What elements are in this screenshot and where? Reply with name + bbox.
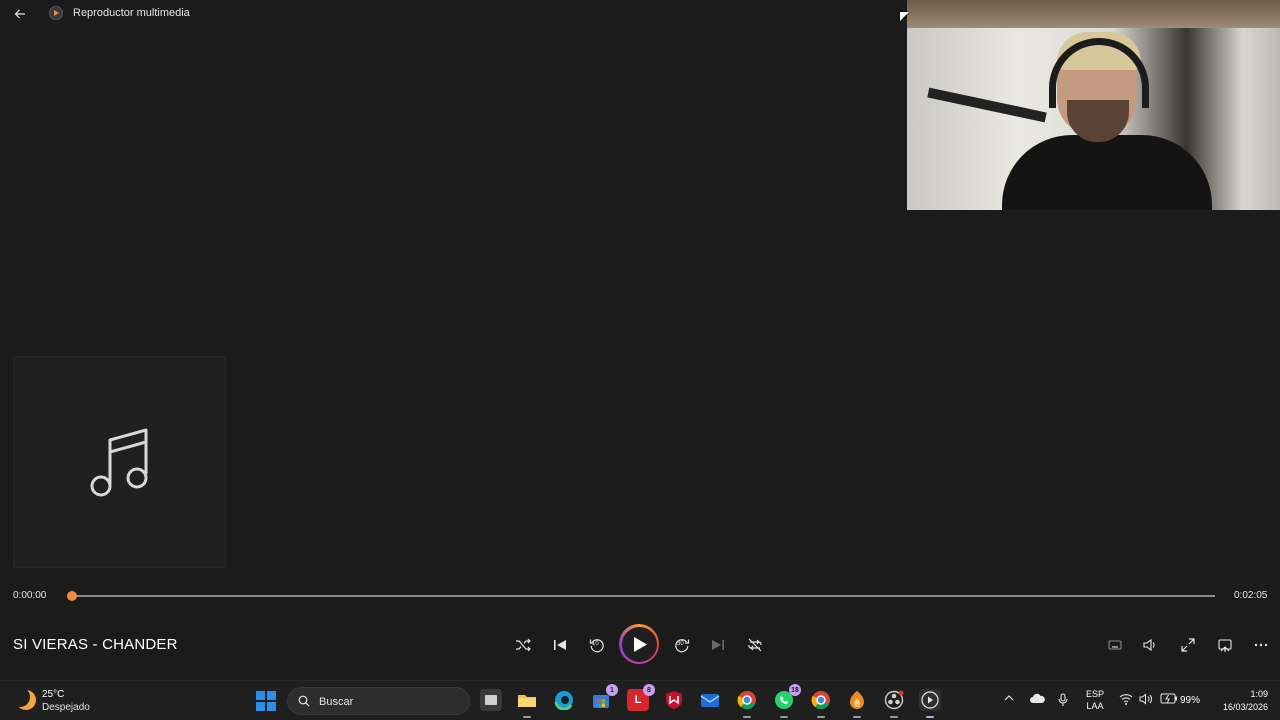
weather-temperature[interactable]: 25°C — [42, 689, 64, 700]
chevron-up-icon — [1004, 695, 1014, 701]
album-art — [13, 356, 226, 568]
repeat-off-icon — [748, 638, 762, 652]
windows-start-icon[interactable] — [256, 691, 276, 711]
shuffle-button[interactable] — [512, 634, 534, 656]
taskbar-search[interactable] — [287, 687, 470, 715]
whatsapp-badge: 18 — [789, 684, 801, 696]
cast-icon — [1218, 639, 1232, 652]
obs-studio-icon[interactable] — [883, 689, 905, 711]
show-hidden-icons-button[interactable] — [1003, 693, 1015, 706]
cast-button[interactable] — [1214, 634, 1236, 656]
next-button[interactable] — [707, 634, 729, 656]
edge-browser-icon[interactable] — [553, 689, 575, 711]
miniplayer-icon — [1108, 640, 1122, 650]
volume-button[interactable] — [1139, 634, 1161, 656]
moon-icon[interactable] — [16, 690, 36, 710]
microphone-icon[interactable] — [1058, 693, 1068, 710]
search-input[interactable] — [317, 693, 461, 711]
mouse-cursor-icon — [900, 12, 909, 21]
weather-description[interactable]: Despejado — [42, 702, 90, 713]
next-icon — [712, 640, 724, 650]
current-time: 0:00:00 — [13, 590, 47, 601]
wifi-icon[interactable] — [1119, 693, 1133, 708]
language-indicator[interactable]: ESP LAA — [1086, 688, 1104, 712]
battery-icon[interactable] — [1160, 693, 1178, 707]
previous-button[interactable] — [549, 634, 571, 656]
task-view-icon[interactable] — [480, 689, 502, 711]
mail-app-icon[interactable] — [699, 689, 721, 711]
chrome-profile-icon[interactable] — [810, 689, 832, 711]
previous-icon — [554, 640, 566, 650]
track-title: SI VIERAS - CHANDER — [13, 636, 178, 653]
lenovo-app-icon[interactable]: L 8 — [627, 684, 655, 711]
whatsapp-icon[interactable]: 18 — [773, 684, 801, 711]
system-clock[interactable]: 1:09 16/03/2026 — [1212, 688, 1268, 714]
microsoft-store-icon[interactable]: 1 — [590, 684, 618, 711]
skip-back-seconds: 10 — [592, 641, 599, 647]
mcafee-icon[interactable] — [663, 689, 685, 711]
speaker-icon — [1143, 638, 1155, 652]
arrow-left-icon — [14, 9, 25, 19]
search-icon — [298, 695, 310, 707]
play-button[interactable] — [619, 624, 659, 664]
shuffle-icon — [516, 638, 531, 652]
clock-date: 16/03/2026 — [1222, 702, 1268, 712]
skip-forward-button[interactable]: 30 — [671, 634, 693, 656]
skip-forward-seconds: 30 — [677, 641, 684, 647]
media-player-app-icon — [49, 6, 63, 20]
skip-back-button[interactable]: 10 — [586, 634, 608, 656]
store-badge: 1 — [606, 684, 618, 696]
fl-studio-icon[interactable] — [846, 689, 868, 711]
repeat-button[interactable] — [744, 634, 766, 656]
taskbar: 25°C Despejado 1 L 8 18 — [0, 680, 1280, 720]
lenovo-badge: 8 — [643, 684, 655, 696]
webcam-overlay — [907, 0, 1280, 210]
volume-tray-icon[interactable] — [1139, 693, 1153, 708]
back-button[interactable] — [10, 5, 30, 23]
chrome-icon[interactable] — [736, 689, 758, 711]
onedrive-icon[interactable] — [1029, 693, 1045, 708]
fullscreen-button[interactable] — [1177, 634, 1199, 656]
clock-time: 1:09 — [1250, 689, 1268, 699]
play-icon — [633, 636, 647, 652]
seek-bar-thumb[interactable] — [67, 591, 77, 601]
more-icon — [1254, 643, 1268, 647]
total-time: 0:02:05 — [1234, 590, 1268, 601]
battery-percentage: 99% — [1180, 695, 1201, 706]
title-bar: Reproductor multimedia — [0, 0, 900, 28]
expand-icon — [1181, 638, 1195, 652]
music-note-icon — [90, 428, 147, 497]
more-options-button[interactable] — [1250, 634, 1272, 656]
language-code: ESP — [1086, 689, 1105, 699]
media-player-taskbar-icon[interactable] — [919, 689, 941, 711]
seek-bar[interactable] — [72, 595, 1215, 597]
mini-player-button[interactable] — [1104, 634, 1126, 656]
app-title: Reproductor multimedia — [73, 7, 190, 19]
keyboard-layout: LAA — [1086, 701, 1104, 711]
file-explorer-icon[interactable] — [516, 689, 538, 711]
